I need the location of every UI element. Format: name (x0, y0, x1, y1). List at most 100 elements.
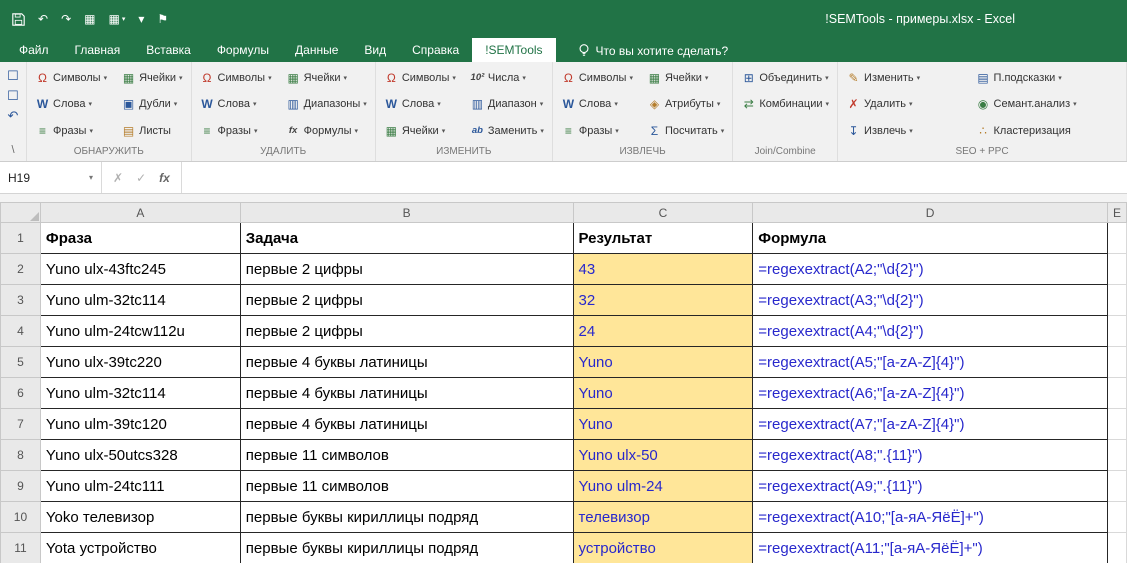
checkbox-icon-1[interactable]: ☐ (7, 69, 19, 82)
cell-E8[interactable] (1107, 440, 1126, 471)
cell-D8[interactable]: =regexextract(A8;".{11}") (753, 440, 1108, 471)
insert-function-icon[interactable]: fx (159, 171, 170, 185)
enter-icon[interactable]: ✓ (136, 171, 146, 185)
change-cells-button[interactable]: ▦Ячейки▾ (381, 124, 459, 138)
extract-words-button[interactable]: WСлова▾ (558, 97, 636, 111)
detect-symbols-button[interactable]: ΩСимволы▾ (32, 71, 110, 85)
table-tools-icon[interactable]: ▦▾ (108, 13, 125, 25)
cell-E5[interactable] (1107, 347, 1126, 378)
cell-A7[interactable]: Yuno ulm-39tc120 (40, 409, 240, 440)
save-icon[interactable] (12, 13, 25, 26)
new-window-icon[interactable]: ▦ (84, 13, 95, 25)
undo-icon[interactable]: ↶ (38, 13, 48, 25)
tell-me-box[interactable]: Что вы хотите сделать? (578, 38, 729, 62)
formula-input[interactable] (182, 162, 1127, 193)
cell-B6[interactable]: первые 4 буквы латиницы (240, 378, 573, 409)
extract-count-button[interactable]: ΣПосчитать▾ (644, 124, 727, 138)
cell-D2[interactable]: =regexextract(A2;"\d{2}") (753, 254, 1108, 285)
delete-cells-button[interactable]: ▦Ячейки▾ (283, 71, 370, 85)
tab-help[interactable]: Справка (399, 38, 472, 62)
cell-C5[interactable]: Yuno (573, 347, 753, 378)
cell-E3[interactable] (1107, 285, 1126, 316)
cell-C8[interactable]: Yuno ulx-50 (573, 440, 753, 471)
change-replace-button[interactable]: abЗаменить▾ (467, 124, 547, 138)
seo-delete-button[interactable]: ✗Удалить▾ (843, 97, 964, 111)
row-header-9[interactable]: 9 (1, 471, 41, 502)
cell-B5[interactable]: первые 4 буквы латиницы (240, 347, 573, 378)
cell-D4[interactable]: =regexextract(A4;"\d{2}") (753, 316, 1108, 347)
seo-extract-button[interactable]: ↧Извлечь▾ (843, 124, 964, 138)
join-combinations-button[interactable]: ⇄Комбинации▾ (738, 97, 832, 111)
cell-D5[interactable]: =regexextract(A5;"[a-zA-Z]{4}") (753, 347, 1108, 378)
delete-formulas-button[interactable]: fxФормулы▾ (283, 124, 370, 138)
detect-cells-button[interactable]: ▦Ячейки▾ (118, 71, 185, 85)
row-header-7[interactable]: 7 (1, 409, 41, 440)
detect-words-button[interactable]: WСлова▾ (32, 97, 110, 111)
change-words-button[interactable]: WСлова▾ (381, 97, 459, 111)
column-header-D[interactable]: D (753, 203, 1108, 223)
cell-D11[interactable]: =regexextract(A11;"[а-яА-ЯёЁ]+") (753, 533, 1108, 563)
cell-A10[interactable]: Yoko телевизор (40, 502, 240, 533)
cell-A8[interactable]: Yuno ulx-50utcs328 (40, 440, 240, 471)
cell-A5[interactable]: Yuno ulx-39tc220 (40, 347, 240, 378)
tab-data[interactable]: Данные (282, 38, 351, 62)
row-header-2[interactable]: 2 (1, 254, 41, 285)
cell-A4[interactable]: Yuno ulm-24tcw112u (40, 316, 240, 347)
cell-B3[interactable]: первые 2 цифры (240, 285, 573, 316)
cell-A2[interactable]: Yuno ulx-43ftc245 (40, 254, 240, 285)
cell-C1[interactable]: Результат (573, 223, 753, 254)
cell-B2[interactable]: первые 2 цифры (240, 254, 573, 285)
row-header-3[interactable]: 3 (1, 285, 41, 316)
cell-B9[interactable]: первые 11 символов (240, 471, 573, 502)
cell-E4[interactable] (1107, 316, 1126, 347)
cell-A6[interactable]: Yuno ulm-32tc114 (40, 378, 240, 409)
extract-cells-button[interactable]: ▦Ячейки▾ (644, 71, 727, 85)
detect-sheets-button[interactable]: ▤Листы (118, 124, 185, 138)
extract-phrases-button[interactable]: ≡Фразы▾ (558, 124, 636, 138)
row-header-4[interactable]: 4 (1, 316, 41, 347)
cell-D9[interactable]: =regexextract(A9;".{11}") (753, 471, 1108, 502)
delete-words-button[interactable]: WСлова▾ (197, 97, 275, 111)
cell-B4[interactable]: первые 2 цифры (240, 316, 573, 347)
cell-A1[interactable]: Фраза (40, 223, 240, 254)
cell-E2[interactable] (1107, 254, 1126, 285)
cell-A11[interactable]: Yota устройство (40, 533, 240, 563)
delete-phrases-button[interactable]: ≡Фразы▾ (197, 124, 275, 138)
redo-icon[interactable]: ↷ (61, 13, 71, 25)
cell-B7[interactable]: первые 4 буквы латиницы (240, 409, 573, 440)
extract-attributes-button[interactable]: ◈Атрибуты▾ (644, 97, 727, 111)
row-header-8[interactable]: 8 (1, 440, 41, 471)
cell-C11[interactable]: устройство (573, 533, 753, 563)
delete-symbols-button[interactable]: ΩСимволы▾ (197, 71, 275, 85)
delete-ranges-button[interactable]: ▥Диапазоны▾ (283, 97, 370, 111)
cell-B11[interactable]: первые буквы кириллицы подряд (240, 533, 573, 563)
row-header-10[interactable]: 10 (1, 502, 41, 533)
detect-duplicates-button[interactable]: ▣Дубли▾ (118, 97, 185, 111)
row-header-6[interactable]: 6 (1, 378, 41, 409)
tab-semtools[interactable]: !SEMTools (472, 38, 555, 62)
cell-E11[interactable] (1107, 533, 1126, 563)
join-merge-button[interactable]: ⊞Объединить▾ (738, 71, 832, 85)
cell-B1[interactable]: Задача (240, 223, 573, 254)
row-header-5[interactable]: 5 (1, 347, 41, 378)
tab-formulas[interactable]: Формулы (204, 38, 282, 62)
column-header-B[interactable]: B (240, 203, 573, 223)
cell-C7[interactable]: Yuno (573, 409, 753, 440)
cell-B10[interactable]: первые буквы кириллицы подряд (240, 502, 573, 533)
tab-view[interactable]: Вид (351, 38, 399, 62)
cell-C10[interactable]: телевизор (573, 502, 753, 533)
column-header-C[interactable]: C (573, 203, 753, 223)
column-header-A[interactable]: A (40, 203, 240, 223)
cell-E1[interactable] (1107, 223, 1126, 254)
touch-mode-icon[interactable]: ⚑ (157, 13, 168, 25)
cell-D10[interactable]: =regexextract(A10;"[а-яА-ЯёЁ]+") (753, 502, 1108, 533)
select-all-corner[interactable] (1, 203, 41, 223)
cell-C4[interactable]: 24 (573, 316, 753, 347)
cell-A3[interactable]: Yuno ulm-32tc114 (40, 285, 240, 316)
row-header-1[interactable]: 1 (1, 223, 41, 254)
cell-C3[interactable]: 32 (573, 285, 753, 316)
seo-change-button[interactable]: ✎Изменить▾ (843, 71, 964, 85)
cell-E10[interactable] (1107, 502, 1126, 533)
cell-E7[interactable] (1107, 409, 1126, 440)
column-header-E[interactable]: E (1107, 203, 1126, 223)
